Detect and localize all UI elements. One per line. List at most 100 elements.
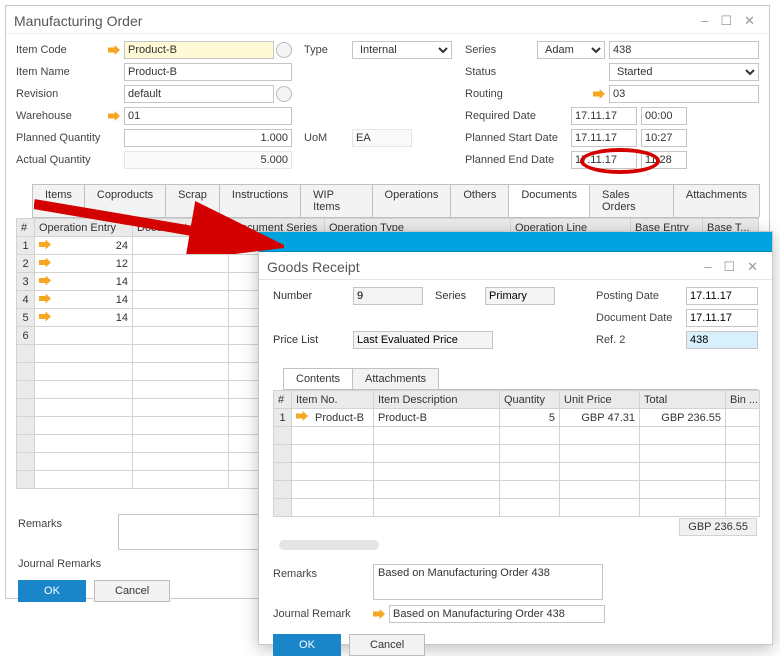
link-arrow-icon[interactable] (39, 276, 51, 286)
table-row[interactable] (274, 463, 760, 481)
maximize-icon[interactable]: ☐ (723, 259, 741, 275)
tab-operations[interactable]: Operations (372, 184, 452, 217)
required-date-input[interactable] (571, 107, 637, 125)
table-row[interactable]: 1 Product-BProduct-B5GBP 47.31GBP 236.55 (274, 409, 760, 427)
cancel-button[interactable]: Cancel (94, 580, 170, 602)
tab-wip-items[interactable]: WIP Items (300, 184, 372, 217)
posting-date-label: Posting Date (596, 290, 686, 302)
grid-total: GBP 236.55 (679, 518, 757, 536)
ref2-input[interactable] (686, 331, 758, 349)
link-arrow-icon[interactable] (108, 45, 120, 55)
tab-scrap[interactable]: Scrap (165, 184, 220, 217)
type-select[interactable]: Internal (352, 41, 452, 59)
document-date-label: Document Date (596, 312, 686, 324)
item-name-label: Item Name (16, 66, 108, 78)
table-row[interactable] (274, 445, 760, 463)
link-arrow-icon[interactable] (373, 609, 385, 619)
series-number-input[interactable] (609, 41, 759, 59)
type-label: Type (304, 44, 352, 56)
tab-attachments[interactable]: Attachments (673, 184, 760, 217)
series-label: Series (435, 290, 485, 302)
column-header[interactable]: # (17, 219, 35, 237)
cancel-button[interactable]: Cancel (349, 634, 425, 656)
tab-sales-orders[interactable]: Sales Orders (589, 184, 674, 217)
column-header[interactable]: Bin ... ↗ (726, 391, 760, 409)
column-header[interactable]: # (274, 391, 292, 409)
ok-button[interactable]: OK (273, 634, 341, 656)
minimize-icon[interactable]: – (704, 259, 717, 275)
link-arrow-icon[interactable] (593, 89, 605, 99)
window-accent-bar (259, 232, 772, 252)
planned-end-label: Planned End Date (465, 154, 571, 166)
required-date-label: Required Date (465, 110, 571, 122)
planned-start-date-input[interactable] (571, 129, 637, 147)
revision-input[interactable] (124, 85, 274, 103)
table-row[interactable] (274, 481, 760, 499)
tab-instructions[interactable]: Instructions (219, 184, 301, 217)
tab-others[interactable]: Others (450, 184, 509, 217)
link-arrow-icon[interactable] (108, 111, 120, 121)
column-header[interactable]: Document Num... (133, 219, 229, 237)
journal-remark-input[interactable] (389, 605, 605, 623)
tab-bar: ContentsAttachments (283, 368, 758, 390)
series-label: Series (465, 44, 537, 56)
document-date-input[interactable] (686, 309, 758, 327)
remarks-textarea[interactable]: Based on Manufacturing Order 438 (373, 564, 603, 600)
column-header[interactable]: Item Description (374, 391, 500, 409)
window-controls: – ☐ ✕ (701, 13, 761, 29)
actual-qty-label: Actual Quantity (16, 154, 108, 166)
horizontal-scrollbar[interactable] (279, 540, 379, 550)
item-code-input[interactable] (124, 41, 274, 59)
link-arrow-icon[interactable] (296, 411, 308, 421)
routing-label: Routing (465, 88, 537, 100)
status-label: Status (465, 66, 537, 78)
link-arrow-icon[interactable] (39, 312, 51, 322)
ok-button[interactable]: OK (18, 580, 86, 602)
planned-start-time-input[interactable] (641, 129, 687, 147)
status-select[interactable]: Started (609, 63, 759, 81)
table-row[interactable] (274, 499, 760, 517)
tab-contents[interactable]: Contents (283, 368, 353, 389)
planned-end-date-input[interactable] (571, 151, 637, 169)
link-arrow-icon[interactable] (39, 240, 51, 250)
price-list-label: Price List (273, 334, 353, 346)
lookup-icon[interactable] (276, 86, 292, 102)
series-select[interactable]: Adam (537, 41, 605, 59)
warehouse-input[interactable] (124, 107, 292, 125)
column-header[interactable]: Item No. (292, 391, 374, 409)
table-row[interactable] (274, 427, 760, 445)
contents-grid[interactable]: #Item No.Item DescriptionQuantityUnit Pr… (273, 390, 760, 517)
item-code-label: Item Code (16, 44, 108, 56)
price-list-input[interactable] (353, 331, 493, 349)
column-header[interactable]: Quantity (500, 391, 560, 409)
link-arrow-icon[interactable] (39, 294, 51, 304)
item-name-input[interactable] (124, 63, 292, 81)
minimize-icon[interactable]: – (701, 13, 714, 29)
goods-receipt-window: Goods Receipt – ☐ ✕ Number Series Postin… (258, 231, 773, 645)
number-input[interactable] (353, 287, 423, 305)
lookup-icon[interactable] (276, 42, 292, 58)
form-area: Item Code Item Name Revision Warehouse (6, 34, 769, 176)
series-input[interactable] (485, 287, 555, 305)
required-time-input[interactable] (641, 107, 687, 125)
window-title: Goods Receipt (267, 259, 360, 275)
tab-attachments[interactable]: Attachments (352, 368, 439, 389)
uom-label: UoM (304, 132, 352, 144)
link-arrow-icon[interactable] (39, 258, 51, 268)
routing-input[interactable] (609, 85, 759, 103)
column-header[interactable]: Unit Price (560, 391, 640, 409)
column-header[interactable]: Total (640, 391, 726, 409)
maximize-icon[interactable]: ☐ (720, 13, 738, 29)
column-header[interactable]: Operation Entry (35, 219, 133, 237)
tab-coproducts[interactable]: Coproducts (84, 184, 166, 217)
tab-documents[interactable]: Documents (508, 184, 590, 217)
warehouse-label: Warehouse (16, 110, 108, 122)
actual-qty-input (124, 151, 292, 169)
journal-remarks-label: Journal Remarks (18, 554, 118, 570)
tab-items[interactable]: Items (32, 184, 85, 217)
posting-date-input[interactable] (686, 287, 758, 305)
planned-end-time-input[interactable] (641, 151, 687, 169)
close-icon[interactable]: ✕ (747, 259, 764, 275)
close-icon[interactable]: ✕ (744, 13, 761, 29)
planned-qty-input[interactable] (124, 129, 292, 147)
